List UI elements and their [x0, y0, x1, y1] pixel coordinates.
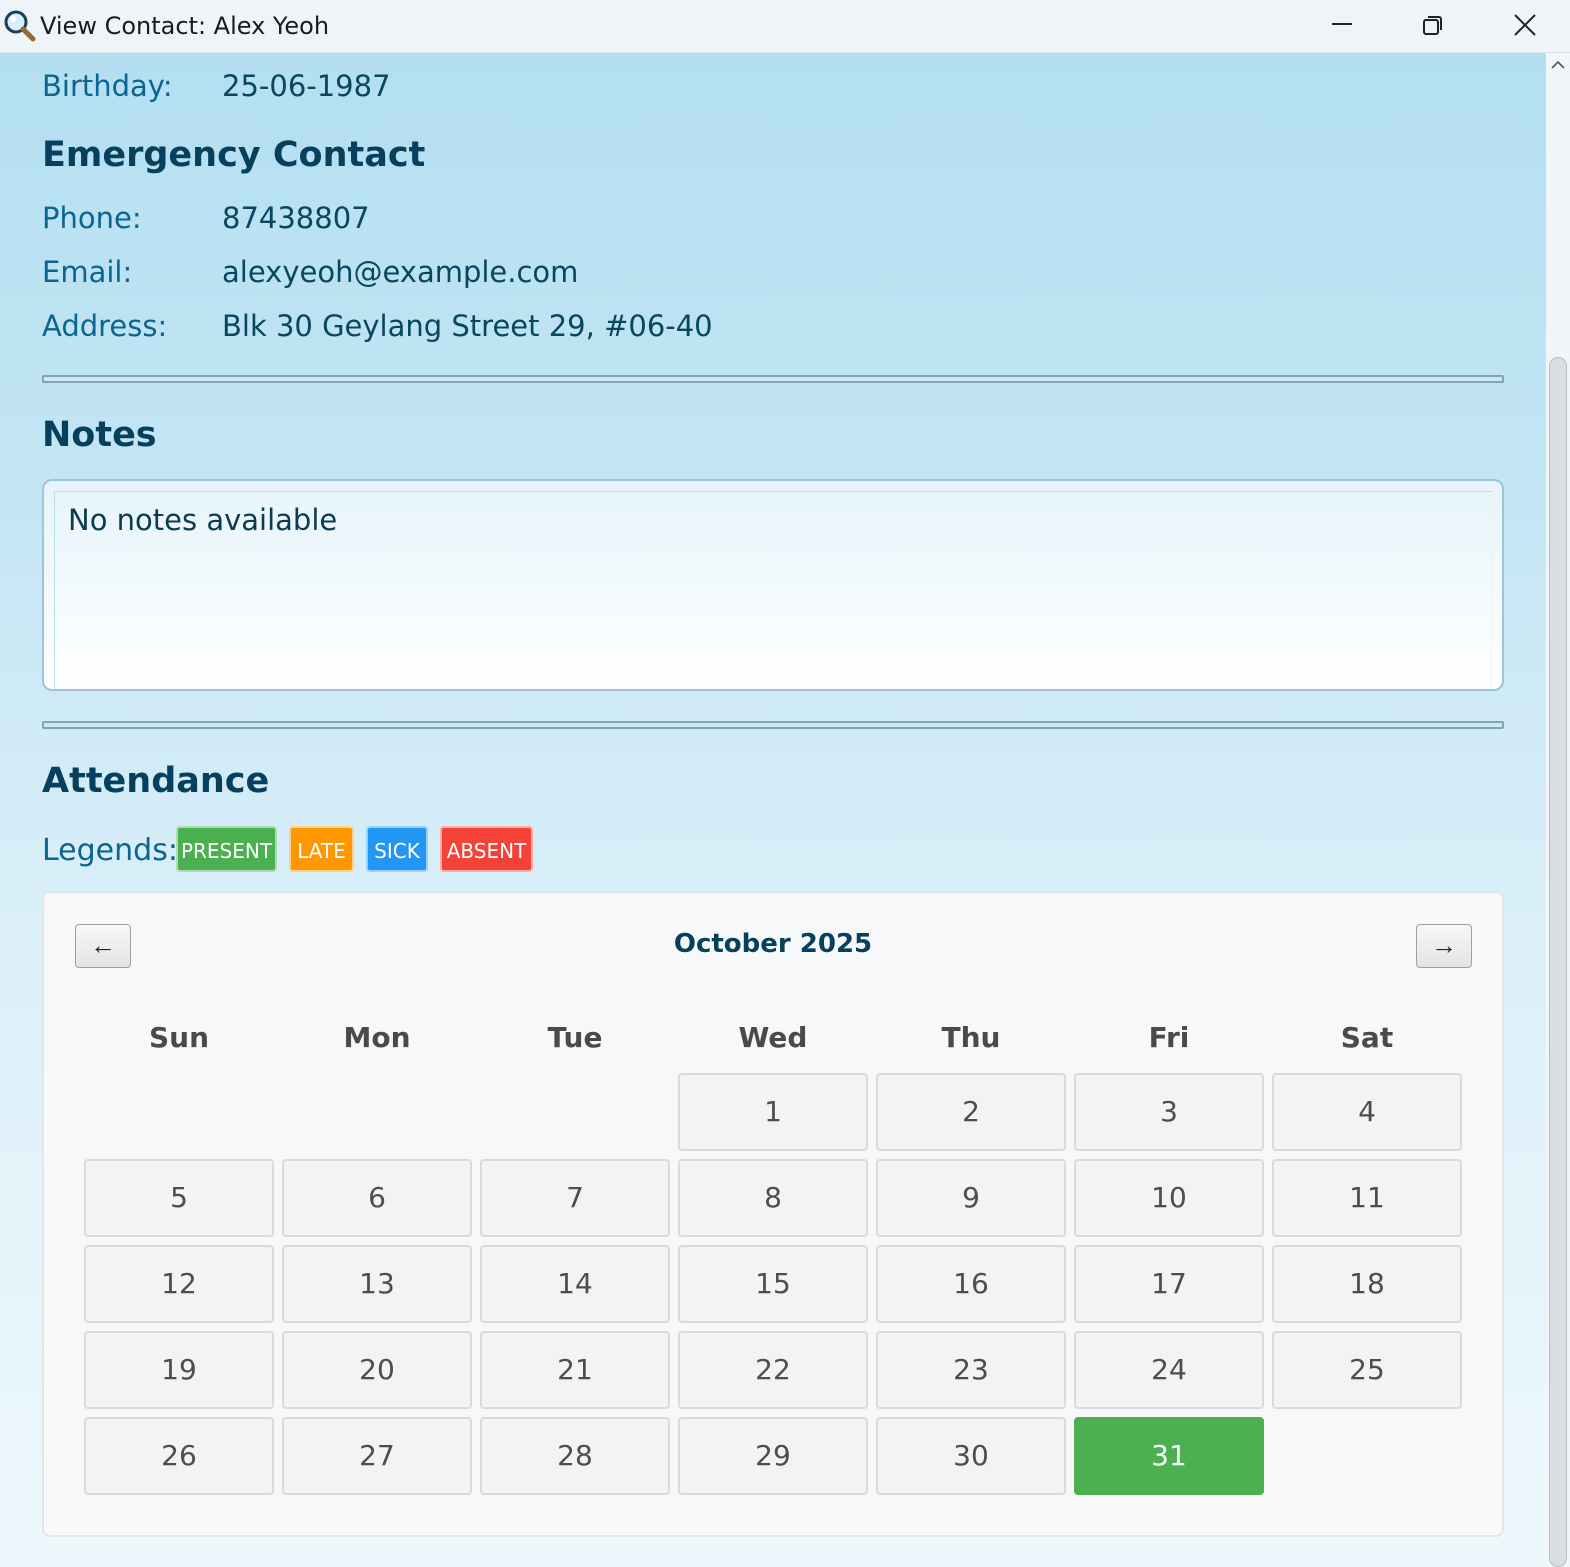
calendar-day-cell[interactable]: 16: [876, 1245, 1066, 1323]
calendar-day-cell[interactable]: 28: [480, 1417, 670, 1495]
restore-button[interactable]: [1386, 0, 1478, 52]
calendar-day-cell[interactable]: 22: [678, 1331, 868, 1409]
minimize-icon: [1332, 23, 1352, 25]
close-button[interactable]: [1478, 0, 1570, 52]
calendar-day-cell[interactable]: 17: [1074, 1245, 1264, 1323]
address-label: Address:: [42, 309, 168, 343]
birthday-label: Birthday:: [42, 69, 173, 103]
calendar-day-cell[interactable]: 4: [1272, 1073, 1462, 1151]
calendar-day-cell[interactable]: 23: [876, 1331, 1066, 1409]
legends-label: Legends:: [42, 833, 178, 868]
section-divider: [42, 721, 1504, 729]
close-icon: [1514, 14, 1536, 36]
calendar-day-cell[interactable]: 10: [1074, 1159, 1264, 1237]
weekday-header: Sun: [148, 1021, 210, 1054]
address-value: Blk 30 Geylang Street 29, #06-40: [222, 309, 713, 343]
scrollbar-thumb[interactable]: [1549, 357, 1567, 1567]
calendar-day-cell[interactable]: 29: [678, 1417, 868, 1495]
calendar-day-cell[interactable]: 9: [876, 1159, 1066, 1237]
minimize-button[interactable]: [1296, 0, 1388, 52]
legend-sick-badge: SICK: [366, 826, 428, 872]
weekday-header: Thu: [941, 1021, 1001, 1054]
next-month-button[interactable]: →: [1416, 924, 1472, 968]
legend-late-badge: LATE: [289, 826, 354, 872]
calendar-day-cell[interactable]: 20: [282, 1331, 472, 1409]
weekday-header: Tue: [547, 1021, 603, 1054]
notes-text: No notes available: [68, 503, 338, 537]
calendar-day-cell[interactable]: 21: [480, 1331, 670, 1409]
calendar-day-cell[interactable]: 27: [282, 1417, 472, 1495]
birthday-value: 25-06-1987: [222, 69, 391, 103]
weekday-header: Mon: [343, 1021, 411, 1054]
calendar-day-cell[interactable]: 7: [480, 1159, 670, 1237]
calendar-day-cell[interactable]: 25: [1272, 1331, 1462, 1409]
legend-present-badge: PRESENT: [176, 826, 277, 872]
calendar-day-cell[interactable]: 15: [678, 1245, 868, 1323]
phone-value: 87438807: [222, 201, 370, 235]
notes-heading: Notes: [42, 415, 157, 455]
legend-absent-badge: ABSENT: [440, 826, 533, 872]
window-title: View Contact: Alex Yeoh: [40, 12, 330, 40]
weekday-header: Fri: [1148, 1021, 1190, 1054]
email-label: Email:: [42, 255, 133, 289]
chevron-up-icon[interactable]: [1549, 59, 1567, 71]
attendance-calendar: ← October 2025 → Sun Mon Tue Wed Thu Fri Sat 1 2…: [42, 891, 1504, 1537]
calendar-day-cell[interactable]: 3: [1074, 1073, 1264, 1151]
contact-details-panel: Birthday: 25-06-1987 Emergency Contact P…: [0, 53, 1546, 1567]
section-divider: [42, 375, 1504, 383]
weekday-header: Sat: [1340, 1021, 1394, 1054]
calendar-day-cell[interactable]: 18: [1272, 1245, 1462, 1323]
calendar-day-cell[interactable]: 26: [84, 1417, 274, 1495]
calendar-day-cell[interactable]: 2: [876, 1073, 1066, 1151]
calendar-day-cell[interactable]: 14: [480, 1245, 670, 1323]
email-value: alexyeoh@example.com: [222, 255, 579, 289]
calendar-day-cell[interactable]: 30: [876, 1417, 1066, 1495]
notes-area[interactable]: No notes available: [42, 479, 1504, 691]
calendar-day-cell[interactable]: 31: [1074, 1417, 1264, 1495]
calendar-day-cell[interactable]: 5: [84, 1159, 274, 1237]
weekday-header: Wed: [738, 1021, 808, 1054]
calendar-day-cell[interactable]: 12: [84, 1245, 274, 1323]
calendar-day-cell[interactable]: 1: [678, 1073, 868, 1151]
vertical-scrollbar[interactable]: [1546, 53, 1570, 1567]
calendar-day-cell[interactable]: 8: [678, 1159, 868, 1237]
emergency-contact-heading: Emergency Contact: [42, 135, 426, 175]
month-title: October 2025: [673, 929, 873, 959]
calendar-day-cell[interactable]: 11: [1272, 1159, 1462, 1237]
calendar-day-cell[interactable]: 13: [282, 1245, 472, 1323]
magnifier-icon: [4, 10, 36, 42]
restore-icon: [1423, 16, 1442, 35]
calendar-day-cell[interactable]: 19: [84, 1331, 274, 1409]
calendar-day-cell[interactable]: 6: [282, 1159, 472, 1237]
calendar-day-cell[interactable]: 24: [1074, 1331, 1264, 1409]
attendance-heading: Attendance: [42, 761, 270, 801]
phone-label: Phone:: [42, 201, 142, 235]
title-bar: View Contact: Alex Yeoh: [0, 0, 1570, 53]
